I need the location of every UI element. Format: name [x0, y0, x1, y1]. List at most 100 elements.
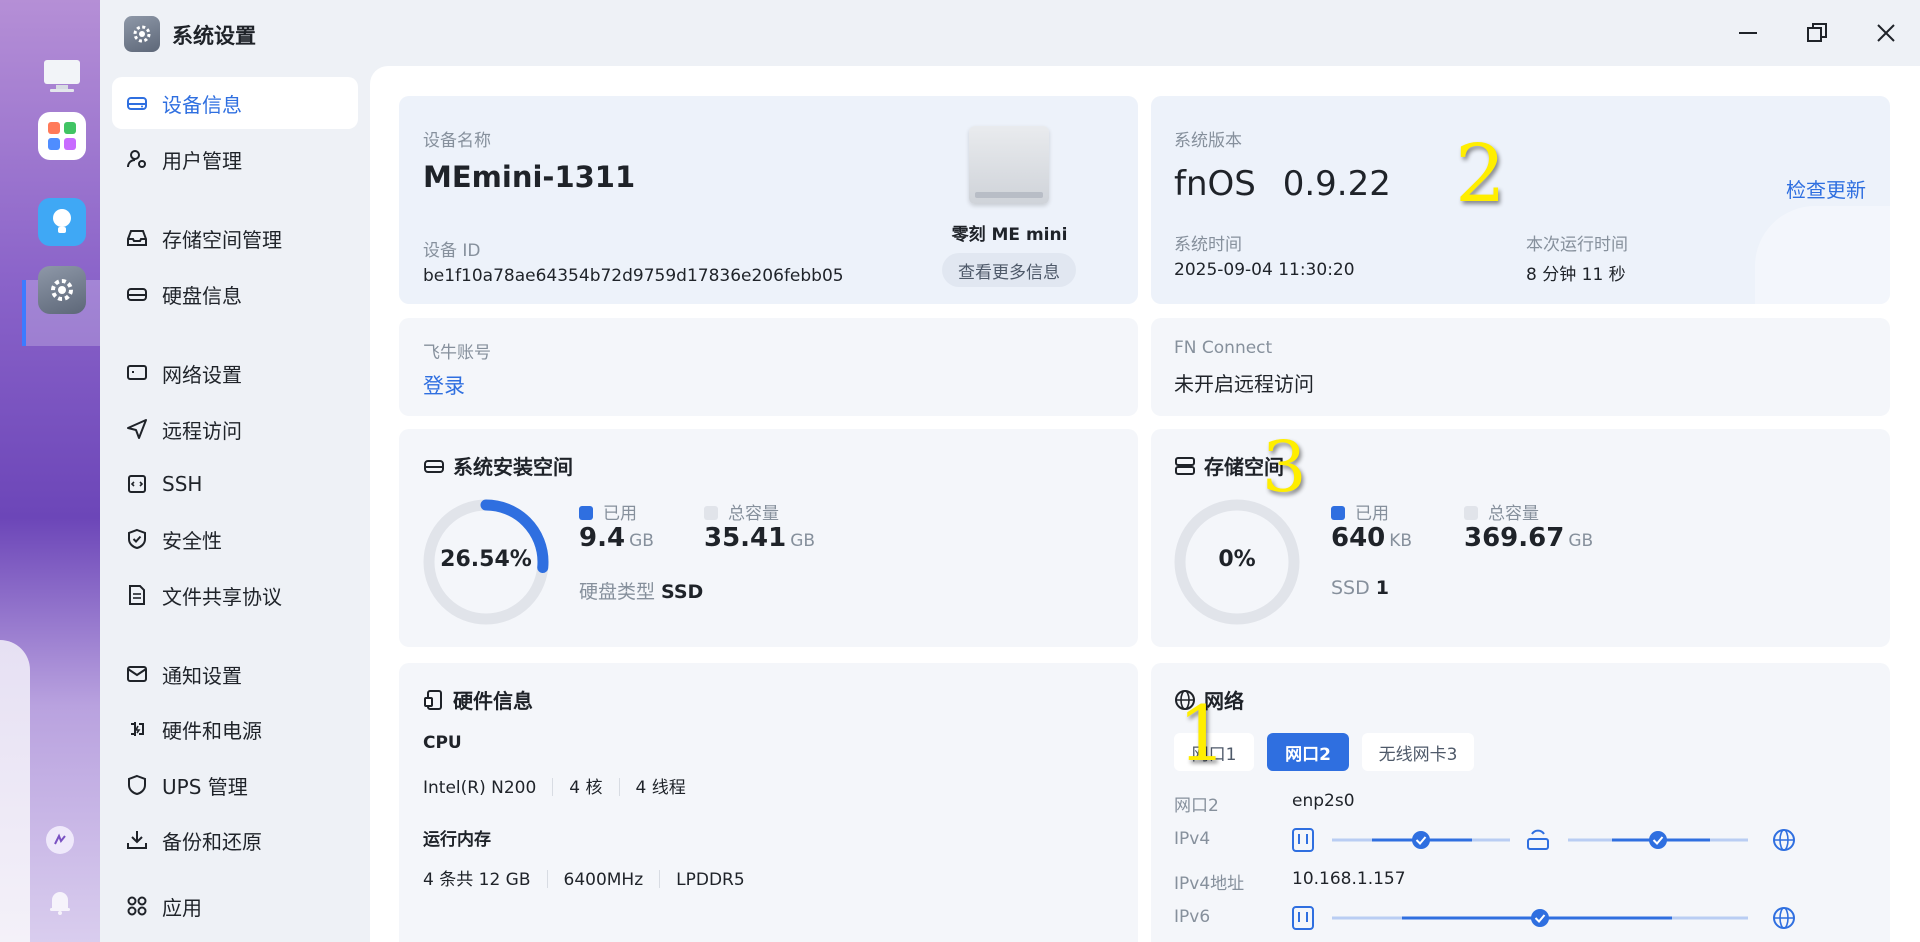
sidebar-item-security[interactable]: 安全性: [112, 513, 358, 565]
ipv4-address: 10.168.1.157: [1292, 869, 1406, 889]
port-row: 网口2 enp2s0: [1174, 791, 1854, 816]
sidebar-item-label: 硬盘信息: [162, 283, 242, 308]
sidebar-item-ssh[interactable]: SSH: [112, 458, 358, 510]
app-grid-icon: [48, 122, 76, 150]
ipv6-row: IPv6: [1174, 905, 1854, 931]
ipv4-topology: [1292, 828, 1795, 852]
dock-app-center[interactable]: [38, 112, 86, 160]
main-content: 设备名称 MEmini-1311 设备 ID be1f10a78ae64354b…: [370, 66, 1920, 942]
sidebar-item-hardware-power[interactable]: 硬件和电源: [112, 703, 358, 755]
check-update-link[interactable]: 检查更新: [1786, 174, 1866, 203]
minimize-button[interactable]: [1733, 18, 1763, 48]
system-time: 2025-09-04 11:30:20: [1174, 260, 1355, 280]
sidebar-item-label: 文件共享协议: [162, 584, 282, 609]
close-icon: [1877, 24, 1895, 42]
storage-used: 640 KB: [1331, 523, 1413, 553]
tab-port-2[interactable]: 网口2: [1267, 733, 1349, 771]
device-image: [969, 126, 1049, 204]
sidebar-item-label: 用户管理: [162, 148, 242, 173]
disk-type: 硬盘类型 SSD: [579, 581, 704, 603]
window-title: 系统设置: [172, 24, 256, 48]
annotation-2: 2: [1455, 127, 1506, 220]
system-space-title-text: 系统安装空间: [453, 455, 573, 479]
ipv6-topology: [1292, 906, 1795, 930]
mail-icon: [126, 663, 148, 685]
apps-grid-icon: [126, 895, 148, 917]
sidebar-item-user-management[interactable]: 用户管理: [112, 133, 358, 185]
dock-fn-app[interactable]: [46, 826, 74, 854]
os-name: fnOS: [1174, 164, 1256, 204]
restore-icon: [1807, 23, 1827, 42]
dock-monitor-app[interactable]: [38, 52, 86, 100]
router-icon: [1527, 838, 1549, 850]
hardware-title-text: 硬件信息: [453, 689, 533, 713]
system-space-percent: 26.54%: [440, 547, 532, 572]
sidebar-item-notifications[interactable]: 通知设置: [112, 648, 358, 700]
close-button[interactable]: [1871, 18, 1901, 48]
cpu-details: Intel(R) N200 4 核4 线程: [423, 778, 686, 798]
nic-icon: [1292, 906, 1314, 930]
check-icon: [1531, 909, 1549, 927]
system-space-total: 35.41 GB: [704, 523, 816, 553]
dock-settings-app[interactable]: [38, 266, 86, 314]
uptime-label: 本次运行时间: [1526, 235, 1628, 255]
system-space-used: 9.4 GB: [579, 523, 654, 553]
sidebar-item-storage-management[interactable]: 存储空间管理: [112, 212, 358, 264]
ssd-count: SSD 1: [1331, 577, 1389, 599]
maximize-button[interactable]: [1802, 18, 1832, 48]
shield-check-icon: [126, 528, 148, 550]
sidebar-item-remote-access[interactable]: 远程访问: [112, 403, 358, 455]
login-link[interactable]: 登录: [423, 370, 465, 400]
disk-icon: [126, 283, 148, 305]
more-info-button[interactable]: 查看更多信息: [942, 253, 1076, 287]
sidebar-item-label: SSH: [162, 472, 203, 496]
sidebar-item-disk-info[interactable]: 硬盘信息: [112, 268, 358, 320]
device-info-card: 设备名称 MEmini-1311 设备 ID be1f10a78ae64354b…: [399, 96, 1138, 304]
title-bar: 系统设置: [100, 0, 1920, 66]
dock-notification[interactable]: [46, 888, 74, 916]
device-id: be1f10a78ae64354b72d9759d17836e206febb05: [423, 266, 844, 286]
terminal-icon: [126, 473, 148, 495]
legend-total: 总容量: [1464, 499, 1539, 524]
system-version-value: fnOS 0.9.22: [1174, 164, 1391, 204]
sidebar: 设备信息 用户管理 存储空间管理 硬盘信息 网络设置 远程访问 SSH 安全性: [100, 66, 370, 942]
device-name-label: 设备名称: [423, 131, 491, 151]
sidebar-item-file-sharing[interactable]: 文件共享协议: [112, 569, 358, 621]
sidebar-item-label: 备份和还原: [162, 829, 262, 854]
sidebar-item-backup-restore[interactable]: 备份和还原: [112, 814, 358, 866]
bell-icon: [50, 892, 70, 915]
decorative-watermark: [1755, 206, 1890, 304]
sidebar-item-device-info[interactable]: 设备信息: [112, 77, 358, 129]
sidebar-item-apps[interactable]: 应用: [112, 880, 358, 932]
legend-used: 已用: [1331, 499, 1389, 524]
port-label: 网口2: [1174, 796, 1219, 816]
ipv4-address-row: IPv4地址 10.168.1.157: [1174, 869, 1854, 894]
ipv4-address-label: IPv4地址: [1174, 874, 1245, 894]
storage-percent: 0%: [1218, 547, 1256, 572]
dock-tips-app[interactable]: [38, 198, 86, 246]
sidebar-item-label: UPS 管理: [162, 774, 248, 799]
monitor-icon: [44, 60, 80, 92]
network-card: 网络 网口1 网口2 无线网卡3 网口2 enp2s0 IPv4 IPv4地址 …: [1151, 663, 1890, 942]
sidebar-item-label: 通知设置: [162, 663, 242, 688]
chip-icon: [423, 689, 445, 711]
legend-used: 已用: [579, 499, 637, 524]
fn-connect-status: 未开启远程访问: [1174, 372, 1314, 396]
system-space-card: 系统安装空间 26.54% 已用 9.4 GB 总容量 35.41 GB 硬盘类型 S…: [399, 429, 1138, 647]
memory-details: 4 条共 12 GB 6400MHz LPDDR5: [423, 870, 745, 890]
port-value: enp2s0: [1292, 791, 1355, 811]
server-icon: [1174, 455, 1196, 477]
cpu-label: CPU: [423, 733, 462, 753]
sidebar-item-network[interactable]: 网络设置: [112, 347, 358, 399]
annotation-1: 1: [1178, 689, 1227, 778]
monitor-icon: [126, 362, 148, 384]
sidebar-item-ups[interactable]: UPS 管理: [112, 759, 358, 811]
sidebar-item-label: 安全性: [162, 528, 222, 553]
tab-wireless-3[interactable]: 无线网卡3: [1362, 733, 1474, 771]
drive-icon: [423, 455, 445, 477]
nic-icon: [1292, 828, 1314, 852]
download-tray-icon: [126, 829, 148, 851]
system-space-title: 系统安装空间: [423, 451, 573, 480]
uptime: 8 分钟 11 秒: [1526, 265, 1626, 285]
sidebar-item-label: 存储空间管理: [162, 227, 282, 252]
